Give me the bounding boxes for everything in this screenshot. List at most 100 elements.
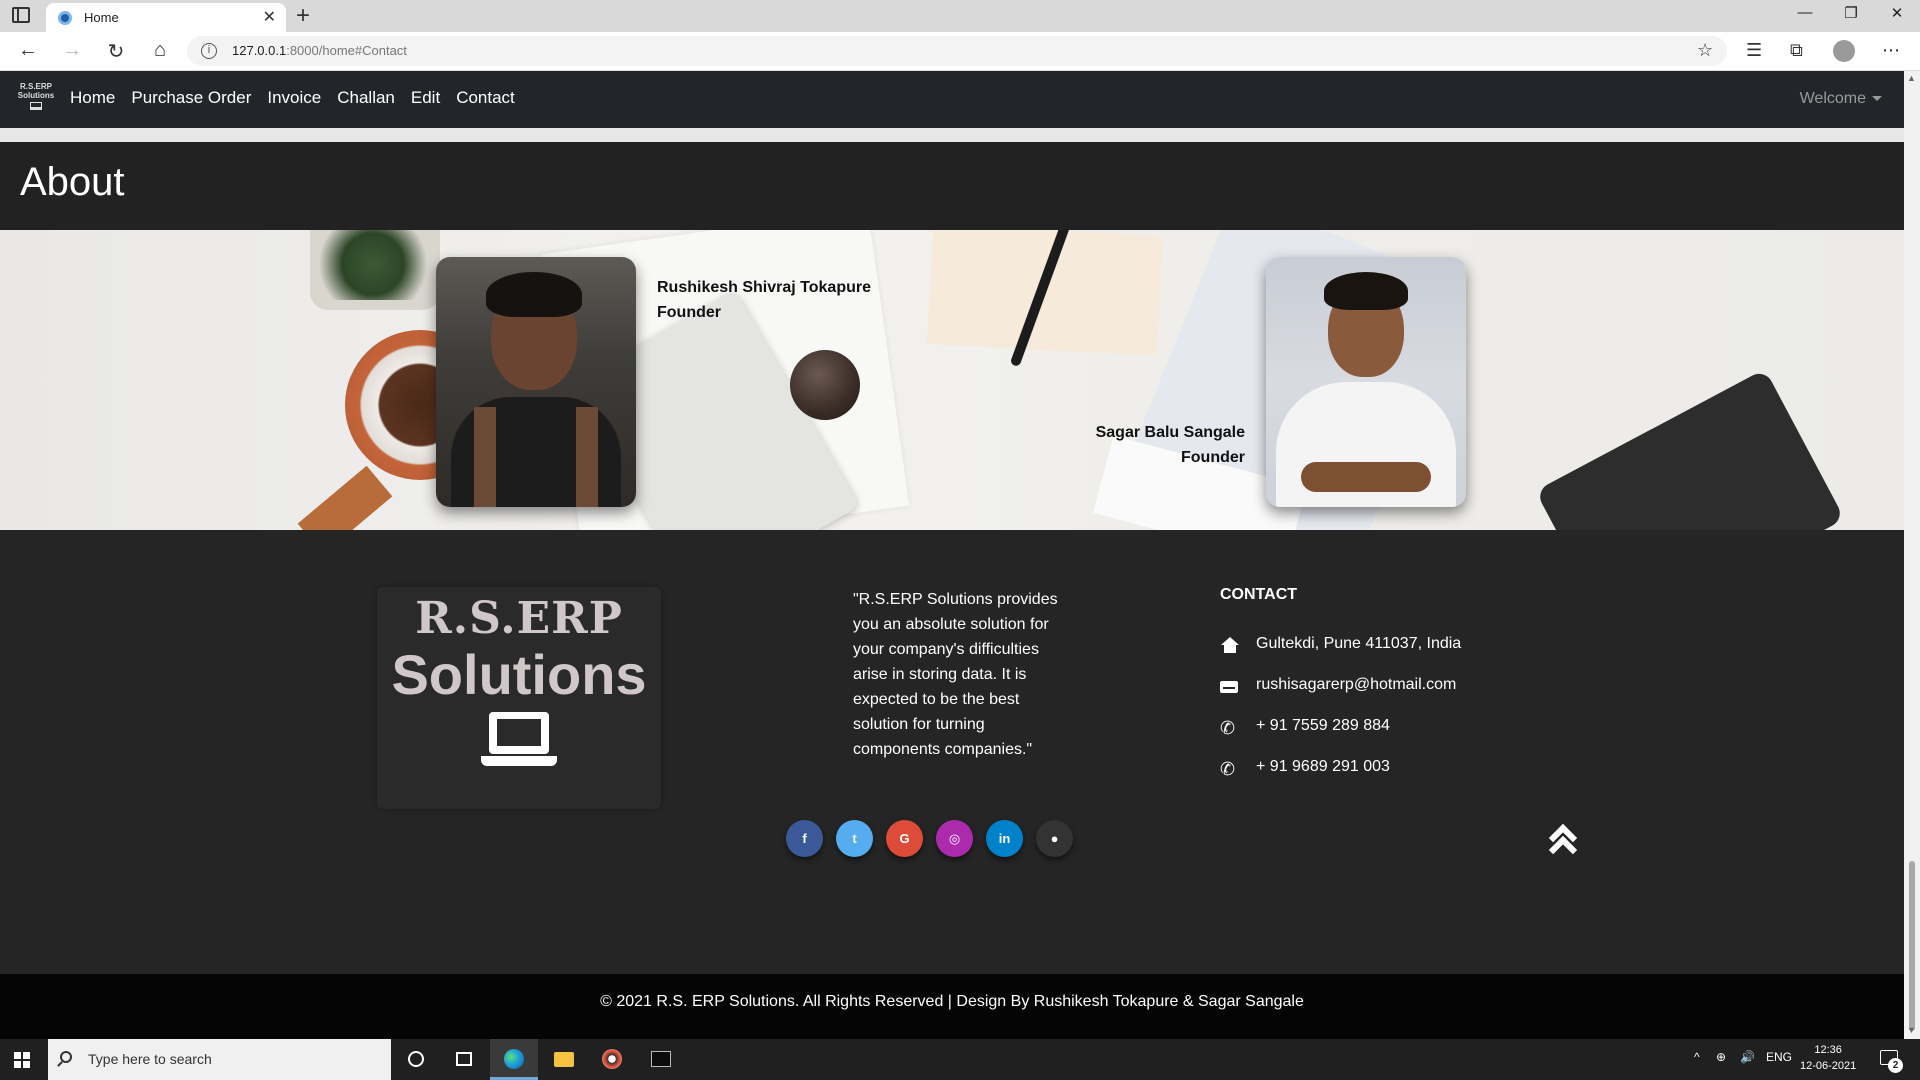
company-quote: "R.S.ERP Solutions provides you an absol… (853, 591, 1058, 758)
browser-tab-bar: Home ✕ + — ❐ ✕ (0, 0, 1920, 32)
clock-time: 12:36 (1814, 1044, 1842, 1056)
about-header: About (0, 142, 1904, 230)
home-icon[interactable]: ⌂ (146, 39, 174, 62)
footer-logo: R.S.ERP Solutions (377, 587, 661, 809)
taskbar-edge[interactable] (490, 1039, 538, 1080)
taskbar-terminal[interactable] (637, 1039, 685, 1080)
tray-chevron-icon[interactable]: ^ (1694, 1050, 1700, 1064)
member-photo-sagar (1266, 257, 1466, 507)
taskbar-search-input[interactable]: Type here to search (48, 1039, 391, 1080)
chrome-icon (602, 1049, 622, 1069)
task-view-button[interactable] (440, 1039, 488, 1080)
nav-contact[interactable]: Contact (456, 88, 515, 108)
address-text: Gultekdi, Pune 411037, India (1256, 635, 1462, 652)
nav-purchase-order[interactable]: Purchase Order (131, 88, 251, 108)
laptop-icon (481, 712, 557, 768)
phone-text[interactable]: + 91 9689 291 003 (1256, 758, 1390, 776)
scroll-up-icon[interactable]: ▲ (1907, 73, 1916, 83)
member-role: Founder (657, 304, 721, 321)
member-card-rushikesh: Rushikesh Shivraj Tokapure Founder (657, 275, 871, 325)
more-menu-icon[interactable]: ⋯ (1882, 40, 1900, 61)
browser-address-bar: ← → ↻ ⌂ i 127.0.0.1:8000/home#Contact ☆ … (0, 32, 1920, 71)
refresh-icon[interactable]: ↻ (102, 39, 130, 64)
cortana-button[interactable] (392, 1039, 440, 1080)
search-icon (60, 1051, 72, 1063)
add-favorite-icon[interactable]: ☆ (1697, 40, 1713, 61)
instagram-icon[interactable]: ◎ (936, 820, 973, 857)
favorites-icon[interactable]: ☰ (1746, 40, 1762, 61)
decor-tablet (1535, 368, 1845, 530)
taskbar-clock[interactable]: 12:36 12-06-2021 (1800, 1042, 1856, 1074)
collections-icon[interactable]: ⧉ (1790, 40, 1803, 61)
browser-tab[interactable]: Home ✕ (46, 3, 286, 32)
tab-favicon-icon (58, 11, 72, 25)
about-title: About (20, 160, 125, 204)
linkedin-icon[interactable]: in (986, 820, 1023, 857)
home-icon (1220, 637, 1240, 655)
forward-icon[interactable]: → (58, 39, 86, 62)
restore-icon[interactable]: ❐ (1828, 4, 1874, 22)
twitter-icon[interactable]: t (836, 820, 873, 857)
taskbar-chrome[interactable] (588, 1039, 636, 1080)
brand-line1: R.S.ERP (19, 82, 52, 91)
web-page: R.S.ERP Solutions Home Purchase Order In… (0, 71, 1904, 1039)
tab-title: Home (84, 10, 119, 25)
email-text[interactable]: rushisagarerp@hotmail.com (1256, 676, 1456, 694)
member-role: Founder (1181, 449, 1245, 466)
volume-icon[interactable]: 🔊 (1740, 1050, 1755, 1064)
site-info-icon[interactable]: i (201, 43, 217, 59)
nav-challan[interactable]: Challan (337, 88, 395, 108)
site-navbar: R.S.ERP Solutions Home Purchase Order In… (0, 71, 1904, 128)
section-divider (0, 128, 1904, 142)
laptop-icon (30, 102, 42, 110)
decor-wood (297, 465, 393, 530)
language-indicator[interactable]: ENG (1766, 1050, 1792, 1064)
google-icon[interactable]: G (886, 820, 923, 857)
nav-invoice[interactable]: Invoice (267, 88, 321, 108)
minimize-icon[interactable]: — (1782, 4, 1828, 21)
windows-start-icon[interactable] (14, 1052, 31, 1069)
profile-avatar[interactable] (1833, 40, 1855, 62)
contact-heading: CONTACT (1220, 586, 1298, 603)
network-icon[interactable]: ⊕ (1716, 1050, 1726, 1064)
welcome-dropdown[interactable]: Welcome (1800, 90, 1882, 108)
nav-home[interactable]: Home (70, 88, 115, 108)
github-icon[interactable]: ● (1036, 820, 1073, 857)
decor-stamp (790, 350, 860, 420)
task-view-icon (456, 1052, 472, 1066)
terminal-icon (651, 1051, 671, 1067)
nav-edit[interactable]: Edit (411, 88, 440, 108)
folder-icon (554, 1052, 574, 1067)
phone-text[interactable]: + 91 7559 289 884 (1256, 717, 1390, 735)
tab-close-icon[interactable]: ✕ (263, 7, 276, 27)
tab-actions-icon[interactable] (12, 7, 30, 23)
caret-down-icon (1872, 96, 1882, 102)
brand-line2: Solutions (17, 91, 55, 100)
phone-icon: ✆ (1220, 718, 1236, 738)
phone-icon: ✆ (1220, 759, 1236, 779)
back-icon[interactable]: ← (14, 39, 42, 62)
scrollbar-thumb[interactable] (1909, 861, 1915, 1031)
social-links: f t G ◎ in ● (786, 820, 1073, 857)
search-placeholder: Type here to search (88, 1051, 212, 1067)
page-scrollbar[interactable]: ▲ ▼ (1904, 71, 1920, 1039)
scroll-to-top-button[interactable] (1548, 820, 1582, 865)
scroll-down-icon[interactable]: ▼ (1907, 1025, 1916, 1035)
window-close-icon[interactable]: ✕ (1874, 4, 1920, 22)
copyright-text: © 2021 R.S. ERP Solutions. All Rights Re… (600, 993, 1304, 1010)
envelope-icon (1220, 678, 1240, 696)
taskbar-file-explorer[interactable] (540, 1039, 588, 1080)
url-field[interactable]: i 127.0.0.1:8000/home#Contact (187, 36, 1727, 66)
welcome-label: Welcome (1799, 90, 1866, 107)
edge-icon (504, 1049, 524, 1069)
notification-badge: 2 (1888, 1058, 1903, 1073)
url-text: 127.0.0.1:8000/home#Contact (232, 43, 407, 58)
team-banner: Rushikesh Shivraj Tokapure Founder Sagar… (0, 230, 1904, 530)
site-footer: R.S.ERP Solutions "R.S.ERP Solutions pro… (0, 530, 1904, 974)
windows-taskbar: Type here to search ^ ⊕ 🔊 ENG 12:36 12-0… (0, 1039, 1920, 1080)
logo-line1: R.S.ERP (415, 593, 623, 644)
new-tab-icon[interactable]: + (296, 2, 310, 30)
site-brand-logo[interactable]: R.S.ERP Solutions (13, 82, 59, 112)
member-card-sagar: Sagar Balu Sangale Founder (1040, 420, 1245, 470)
facebook-icon[interactable]: f (786, 820, 823, 857)
